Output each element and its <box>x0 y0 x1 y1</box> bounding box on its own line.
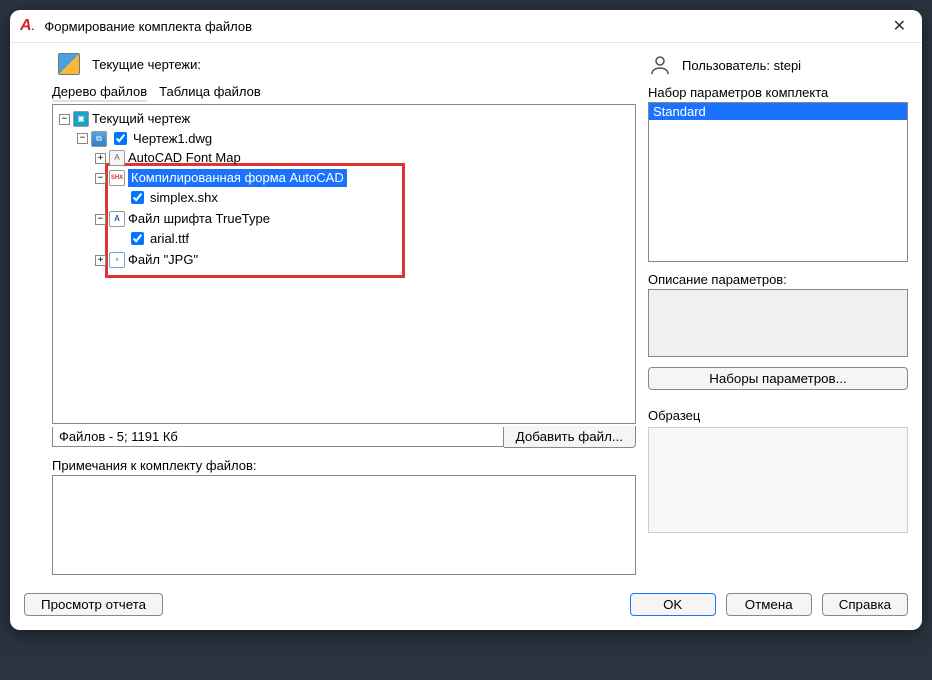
user-icon <box>648 53 672 77</box>
expander-icon[interactable]: − <box>59 114 70 125</box>
dialog-footer: Просмотр отчета OK Отмена Справка <box>10 589 922 630</box>
window-title: Формирование комплекта файлов <box>44 19 886 34</box>
param-set-list[interactable]: Standard <box>648 102 908 262</box>
ok-button[interactable]: OK <box>630 593 716 616</box>
fontmap-icon: A <box>109 150 125 166</box>
titlebar: A. Формирование комплекта файлов ✕ <box>10 10 922 43</box>
tree-checkbox[interactable] <box>131 232 144 245</box>
param-set-item[interactable]: Standard <box>649 103 907 120</box>
tree-node-shx-group[interactable]: Компилированная форма AutoCAD <box>128 169 347 187</box>
tree-node-dwg[interactable]: Чертеж1.dwg <box>133 130 212 148</box>
app-icon: A. <box>20 17 34 35</box>
current-drawings-label: Текущие чертежи: <box>92 57 201 72</box>
param-desc-label: Описание параметров: <box>648 272 908 287</box>
sample-label: Образец <box>648 408 908 423</box>
add-file-button[interactable]: Добавить файл... <box>504 426 636 448</box>
expander-icon[interactable]: + <box>95 153 106 164</box>
notes-textarea[interactable] <box>52 475 636 575</box>
tree-node-root[interactable]: Текущий чертеж <box>92 110 190 128</box>
tree-node-ttf-group[interactable]: Файл шрифта TrueType <box>128 210 270 228</box>
view-report-button[interactable]: Просмотр отчета <box>24 593 163 616</box>
tree-checkbox[interactable] <box>114 132 127 145</box>
tree-checkbox[interactable] <box>131 191 144 204</box>
sample-preview <box>648 427 908 533</box>
expander-icon[interactable]: − <box>95 173 106 184</box>
expander-icon[interactable]: + <box>95 255 106 266</box>
help-button[interactable]: Справка <box>822 593 908 616</box>
tree-node-shx-file[interactable]: simplex.shx <box>150 189 218 207</box>
param-set-label: Набор параметров комплекта <box>648 85 908 100</box>
tree-node-ttf-file[interactable]: arial.ttf <box>150 230 189 248</box>
file-count-status: Файлов - 5; 1191 Кб <box>52 427 504 447</box>
etransmit-icon <box>58 53 80 75</box>
param-sets-button[interactable]: Наборы параметров... <box>648 367 908 390</box>
file-tree[interactable]: − ▣ Текущий чертеж − ⧉ Чертеж1.dwg <box>52 104 636 424</box>
ttf-icon: A <box>109 211 125 227</box>
notes-label: Примечания к комплекту файлов: <box>52 458 636 473</box>
drawing-icon: ▣ <box>73 111 89 127</box>
dialog-window: A. Формирование комплекта файлов ✕ Текущ… <box>10 10 922 630</box>
shx-icon: SHX <box>109 170 125 186</box>
jpg-icon: ▫ <box>109 252 125 268</box>
close-icon[interactable]: ✕ <box>887 16 912 36</box>
dwg-icon: ⧉ <box>91 131 107 147</box>
tabs: Дерево файлов Таблица файлов <box>52 83 636 102</box>
user-label: Пользователь: stepi <box>682 58 801 73</box>
tab-file-tree[interactable]: Дерево файлов <box>52 83 147 102</box>
cancel-button[interactable]: Отмена <box>726 593 812 616</box>
expander-icon[interactable]: − <box>77 133 88 144</box>
tree-node-jpg[interactable]: Файл "JPG" <box>128 251 198 269</box>
tab-file-table[interactable]: Таблица файлов <box>159 83 261 102</box>
tree-node-fontmap[interactable]: AutoCAD Font Map <box>128 149 241 167</box>
param-desc-box <box>648 289 908 357</box>
expander-icon[interactable]: − <box>95 214 106 225</box>
